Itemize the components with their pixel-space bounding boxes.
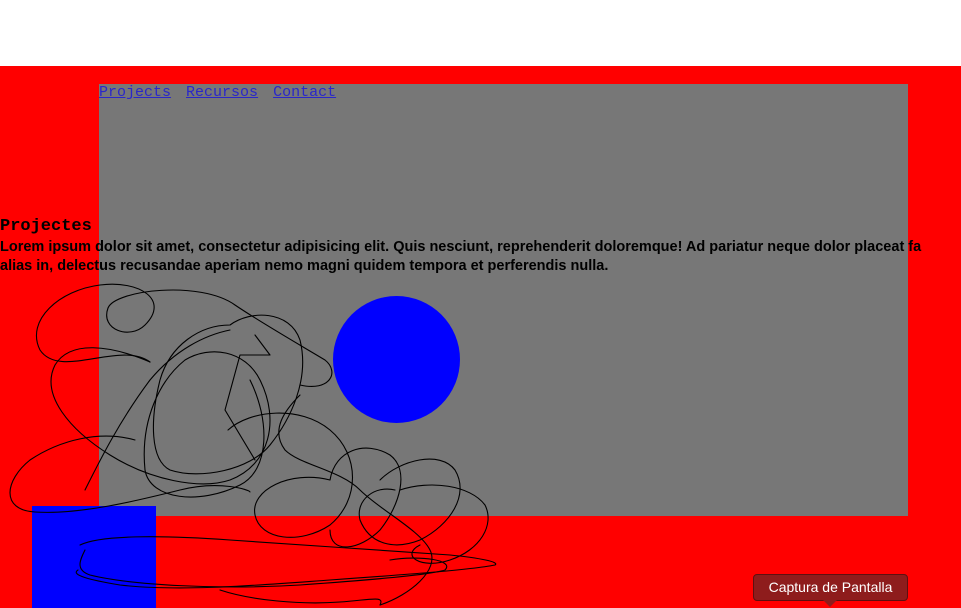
section-body-line-2: alias in, delectus recusandae aperiam ne…: [0, 258, 609, 274]
section-title: Projectes: [0, 217, 92, 236]
blue-circle: [333, 296, 460, 423]
page: Projects Recursos Contact Projectes Lore…: [0, 0, 961, 608]
top-nav: Projects Recursos Contact: [99, 84, 342, 101]
nav-link-recursos[interactable]: Recursos: [186, 84, 258, 101]
gray-panel: [99, 84, 908, 516]
blue-square: [32, 506, 156, 608]
capture-screen-button[interactable]: Captura de Pantalla: [753, 574, 908, 607]
section-body: Lorem ipsum dolor sit amet, consectetur …: [0, 238, 961, 276]
nav-link-projects[interactable]: Projects: [99, 84, 171, 101]
section-body-line-1: Lorem ipsum dolor sit amet, consectetur …: [0, 239, 922, 255]
nav-link-contact[interactable]: Contact: [273, 84, 336, 101]
